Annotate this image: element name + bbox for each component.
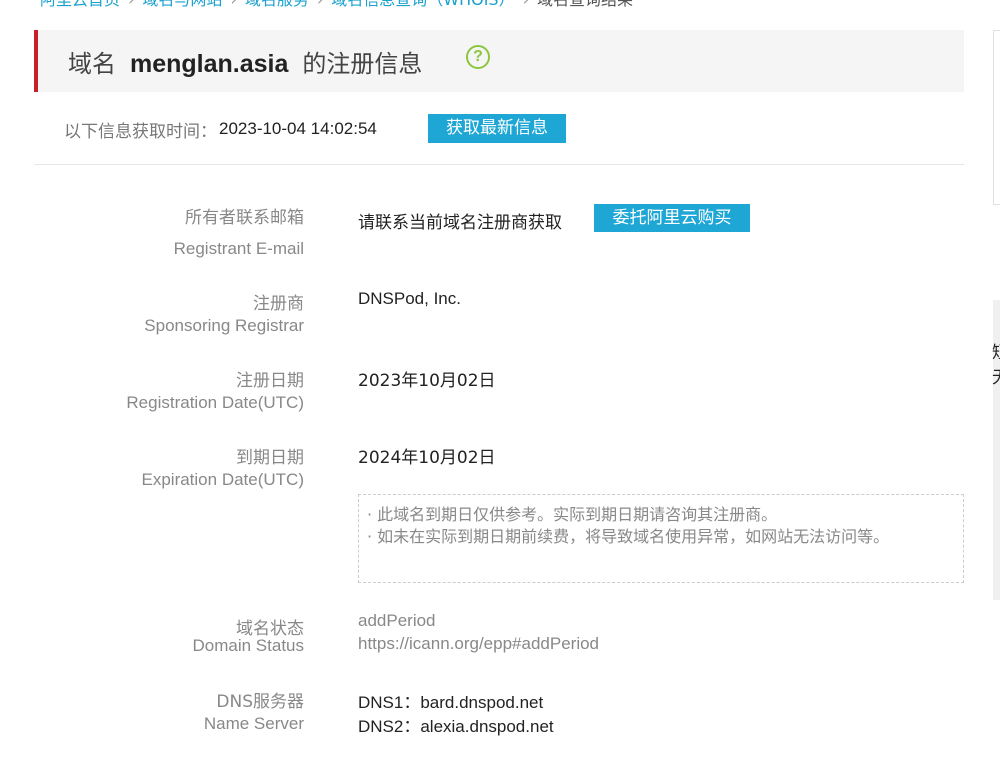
side-text-char: 短 bbox=[992, 338, 1000, 363]
status-label-en: Domain Status bbox=[192, 636, 305, 655]
breadcrumb-item-home[interactable]: 阿里云首页 bbox=[40, 0, 120, 9]
dns-label-en: Name Server bbox=[203, 714, 304, 733]
page-title: 域名 menglan.asia 的注册信息 bbox=[68, 44, 422, 79]
title-domain: menglan.asia bbox=[130, 50, 289, 78]
breadcrumb-separator: › bbox=[128, 0, 134, 9]
title-prefix: 域名 bbox=[68, 50, 116, 78]
fetch-time-value: 2023-10-04 14:02:54 bbox=[219, 119, 377, 138]
help-icon[interactable]: ? bbox=[466, 45, 490, 69]
email-label-en: Registrant E-mail bbox=[173, 239, 304, 258]
notice-line-2: · 如未在实际到期日期前续费，将导致域名使用异常，如网站无法访问等。 bbox=[367, 527, 890, 546]
email-value: 请联系当前域名注册商获取 bbox=[358, 213, 562, 233]
reg-date-value: 2023年10月02日 bbox=[358, 371, 496, 391]
email-label-cn: 所有者联系邮箱 bbox=[185, 208, 304, 228]
divider bbox=[34, 164, 964, 165]
side-panel-edge bbox=[993, 30, 1000, 205]
exp-date-label-en: Expiration Date(UTC) bbox=[141, 470, 305, 489]
page-title-bar: 域名 menglan.asia 的注册信息 ? bbox=[34, 30, 964, 92]
registrar-label-en: Sponsoring Registrar bbox=[144, 316, 304, 335]
breadcrumb-item-domains[interactable]: 域名与网站 bbox=[142, 0, 222, 9]
reg-date-label-en: Registration Date(UTC) bbox=[126, 393, 304, 412]
breadcrumb-item-domain-service[interactable]: 域名服务 bbox=[245, 0, 309, 9]
breadcrumb-current: 域名查询结果 bbox=[537, 0, 633, 9]
refresh-info-button[interactable]: 获取最新信息 bbox=[428, 114, 566, 143]
status-value: addPeriod bbox=[358, 611, 436, 630]
breadcrumb-item-whois[interactable]: 域名信息查询（WHOIS） bbox=[331, 0, 514, 9]
status-link[interactable]: https://icann.org/epp#addPeriod bbox=[358, 634, 599, 654]
dns-server-2: DNS2：alexia.dnspod.net bbox=[358, 717, 554, 736]
breadcrumb: 阿里云首页 › 域名与网站 › 域名服务 › 域名信息查询（WHOIS） › 域名查询结果 bbox=[40, 0, 633, 10]
notice-line-1: · 此域名到期日仅供参考。实际到期日期请咨询其注册商。 bbox=[367, 505, 778, 524]
dns-server-1: DNS1：bard.dnspod.net bbox=[358, 693, 544, 712]
side-text-char: 无 bbox=[992, 363, 1000, 388]
entrust-purchase-button[interactable]: 委托阿里云购买 bbox=[594, 204, 750, 232]
exp-date-value: 2024年10月02日 bbox=[358, 448, 496, 468]
registrar-value: DNSPod, Inc. bbox=[358, 289, 461, 308]
title-suffix: 的注册信息 bbox=[302, 50, 423, 78]
fetch-time-label: 以下信息获取时间： bbox=[64, 121, 217, 142]
fetch-time-row: 以下信息获取时间： 2023-10-04 14:02:54 获取最新信息 bbox=[64, 114, 566, 144]
breadcrumb-separator: › bbox=[230, 0, 236, 9]
breadcrumb-separator: › bbox=[523, 0, 529, 9]
exp-date-label-cn: 到期日期 bbox=[236, 448, 304, 468]
dns-label-cn: DNS服务器 bbox=[216, 692, 304, 712]
reg-date-label-cn: 注册日期 bbox=[236, 371, 304, 391]
registrar-label-cn: 注册商 bbox=[253, 294, 304, 314]
expiration-notice: · 此域名到期日仅供参考。实际到期日期请咨询其注册商。 · 如未在实际到期日期前… bbox=[358, 494, 964, 583]
breadcrumb-separator: › bbox=[317, 0, 323, 9]
